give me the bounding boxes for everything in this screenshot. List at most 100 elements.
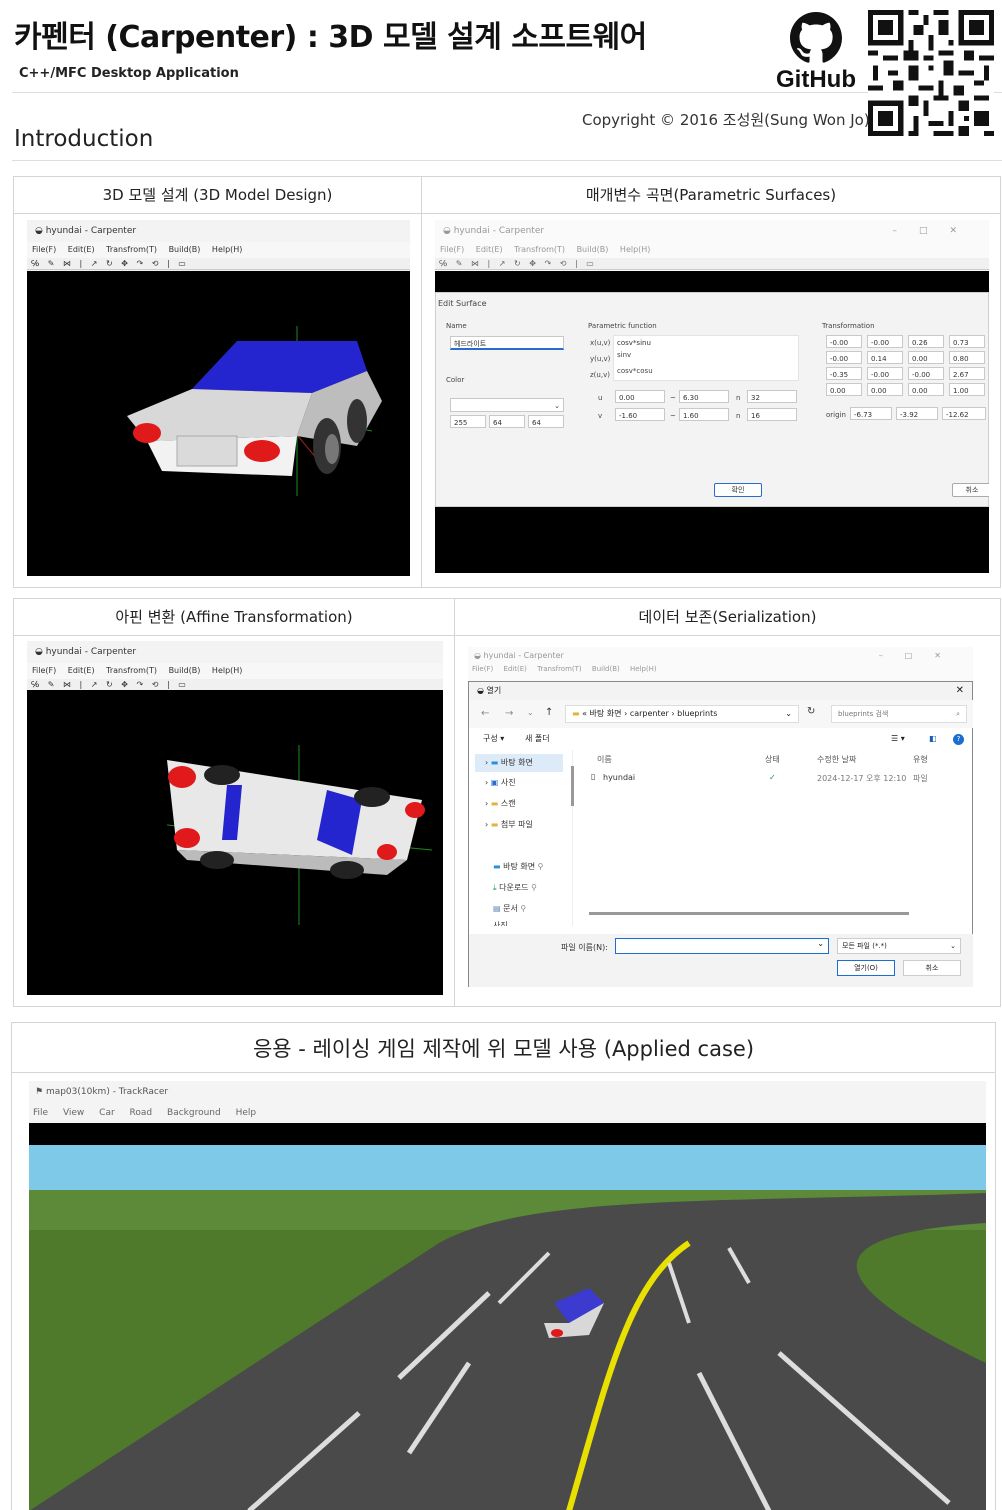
nav-item-photos[interactable]: › ▣ 사진 [485,777,516,788]
preview-pane-icon[interactable]: ◧ [929,728,937,750]
matrix-cell[interactable]: 0.00 [867,383,903,396]
nav-item-attachments[interactable]: › ▬ 첨부 파일 [485,819,533,830]
close-icon[interactable]: ✕ [956,682,964,700]
name-input[interactable]: 헤드라이트 [450,336,564,350]
y-function-input[interactable]: sinv [617,351,631,359]
file-type-filter[interactable]: 모든 파일 (*.*) ⌄ [837,938,961,954]
v-from-input[interactable]: -1.60 [615,408,665,421]
menu-build[interactable]: Build(B) [592,665,620,673]
v-to-input[interactable]: 1.60 [679,408,729,421]
3d-viewport[interactable] [27,271,410,576]
breadcrumb-item[interactable]: 바탕 화면 [590,709,622,718]
origin-x-input[interactable]: -6.73 [850,407,892,420]
matrix-cell[interactable]: 0.00 [908,351,944,364]
menu-edit[interactable]: Edit(E) [68,666,95,675]
3d-viewport[interactable] [27,690,443,995]
u-from-input[interactable]: 0.00 [615,390,665,403]
menu-transform[interactable]: Transfrom(T) [537,665,582,673]
menu-help[interactable]: Help(H) [212,245,243,254]
origin-y-input[interactable]: -3.92 [896,407,938,420]
ok-button[interactable]: 확인 [714,483,762,497]
view-options-icon[interactable]: ☰ ▾ [891,728,905,750]
quick-item-photos[interactable]: 사진 [493,920,508,926]
color-g-input[interactable]: 64 [489,415,525,428]
matrix-cell[interactable]: 0.26 [908,335,944,348]
toolbar[interactable]: ℅ ✎ ⋈ | ↗ ↻ ✥ ↷ ⟲ | ▭ [435,258,989,270]
back-arrow-icon[interactable]: ← [481,708,489,719]
menu-edit[interactable]: Edit(E) [68,245,95,254]
menu-help[interactable]: Help(H) [630,665,657,673]
column-date[interactable]: 수정한 날짜 [817,754,856,765]
matrix-cell[interactable]: -0.00 [908,367,944,380]
organize-button[interactable]: 구성 ▾ [483,728,504,750]
window-controls[interactable]: –□✕ [879,647,963,665]
color-b-input[interactable]: 64 [528,415,564,428]
quick-item-desktop[interactable]: ▬ 바탕 화면 ⚲ [493,861,544,872]
matrix-cell[interactable]: -0.00 [826,351,862,364]
nav-item-desktop[interactable]: › ▬ 바탕 화면 [475,754,563,772]
matrix-cell[interactable]: 0.80 [949,351,985,364]
racer-menu-background[interactable]: Background [167,1108,221,1118]
forward-arrow-icon[interactable]: → [505,708,513,719]
recent-chevron-icon[interactable]: ⌄ [527,708,534,717]
toolbar[interactable]: ℅ ✎ ⋈ | ↗ ↻ ✥ ↷ ⟲ | ▭ [27,258,410,270]
matrix-cell[interactable]: -0.35 [826,367,862,380]
nav-scrollbar[interactable] [571,766,574,806]
column-status[interactable]: 상태 [765,754,780,765]
menu-build[interactable]: Build(B) [577,245,609,254]
breadcrumb-item[interactable]: blueprints [677,709,717,718]
matrix-cell[interactable]: 2.67 [949,367,985,380]
v-n-input[interactable]: 16 [747,408,797,421]
color-select[interactable]: ⌄ [450,398,564,412]
quick-item-downloads[interactable]: ⤓ 다운로드 ⚲ [493,882,537,893]
menu-build[interactable]: Build(B) [169,245,201,254]
breadcrumb[interactable]: ▬ « 바탕 화면 › carpenter › blueprints ⌄ [565,705,799,723]
search-input[interactable]: blueprints 검색 ⌕ [831,705,967,723]
matrix-cell[interactable]: 0.00 [826,383,862,396]
nav-item-scan[interactable]: › ▬ 스캔 [485,798,516,809]
menu-edit[interactable]: Edit(E) [503,665,526,673]
menu-edit[interactable]: Edit(E) [476,245,503,254]
matrix-cell[interactable]: -0.00 [867,367,903,380]
chevron-down-icon[interactable]: ⌄ [785,706,792,722]
cancel-button[interactable]: 취소 [903,960,961,976]
racer-menu-road[interactable]: Road [130,1108,153,1118]
racer-menu-file[interactable]: File [33,1108,48,1118]
cancel-button[interactable]: 취소 [952,483,989,497]
open-button[interactable]: 열기(O) [837,960,895,976]
matrix-cell[interactable]: 0.73 [949,335,985,348]
racer-menu-car[interactable]: Car [99,1108,115,1118]
matrix-cell[interactable]: 0.14 [867,351,903,364]
filename-input[interactable]: ⌄ [615,938,829,954]
racing-scene[interactable] [29,1123,986,1510]
u-n-input[interactable]: 32 [747,390,797,403]
menu-transform[interactable]: Transfrom(T) [106,666,157,675]
up-arrow-icon[interactable]: ↑ [545,707,553,718]
help-icon[interactable]: ? [953,734,964,745]
menu-transform[interactable]: Transfrom(T) [514,245,565,254]
menu-file[interactable]: File(F) [440,245,464,254]
column-name[interactable]: 이름 [597,754,612,765]
menu-build[interactable]: Build(B) [169,666,201,675]
refresh-icon[interactable]: ↻ [807,706,815,717]
github-link[interactable]: GitHub [776,12,856,93]
menu-file[interactable]: File(F) [472,665,493,673]
menu-help[interactable]: Help(H) [620,245,651,254]
chevron-down-icon[interactable]: ⌄ [817,939,824,948]
matrix-cell[interactable]: -0.00 [826,335,862,348]
matrix-cell[interactable]: 1.00 [949,383,985,396]
column-type[interactable]: 유형 [913,754,928,765]
z-function-input[interactable]: cosv*cosu [617,367,653,375]
horizontal-scrollbar[interactable] [589,912,909,915]
menu-transform[interactable]: Transfrom(T) [106,245,157,254]
color-r-input[interactable]: 255 [450,415,486,428]
menu-file[interactable]: File(F) [32,666,56,675]
racer-menu-view[interactable]: View [63,1108,84,1118]
window-controls[interactable]: –□✕ [892,220,979,242]
new-folder-button[interactable]: 새 폴더 [525,728,550,750]
u-to-input[interactable]: 6.30 [679,390,729,403]
file-row-hyundai[interactable]: ▯ hyundai ✓ 2024-12-17 오후 12:10 파일 [579,770,959,788]
matrix-cell[interactable]: -0.00 [867,335,903,348]
menu-help[interactable]: Help(H) [212,666,243,675]
breadcrumb-item[interactable]: carpenter [630,709,669,718]
